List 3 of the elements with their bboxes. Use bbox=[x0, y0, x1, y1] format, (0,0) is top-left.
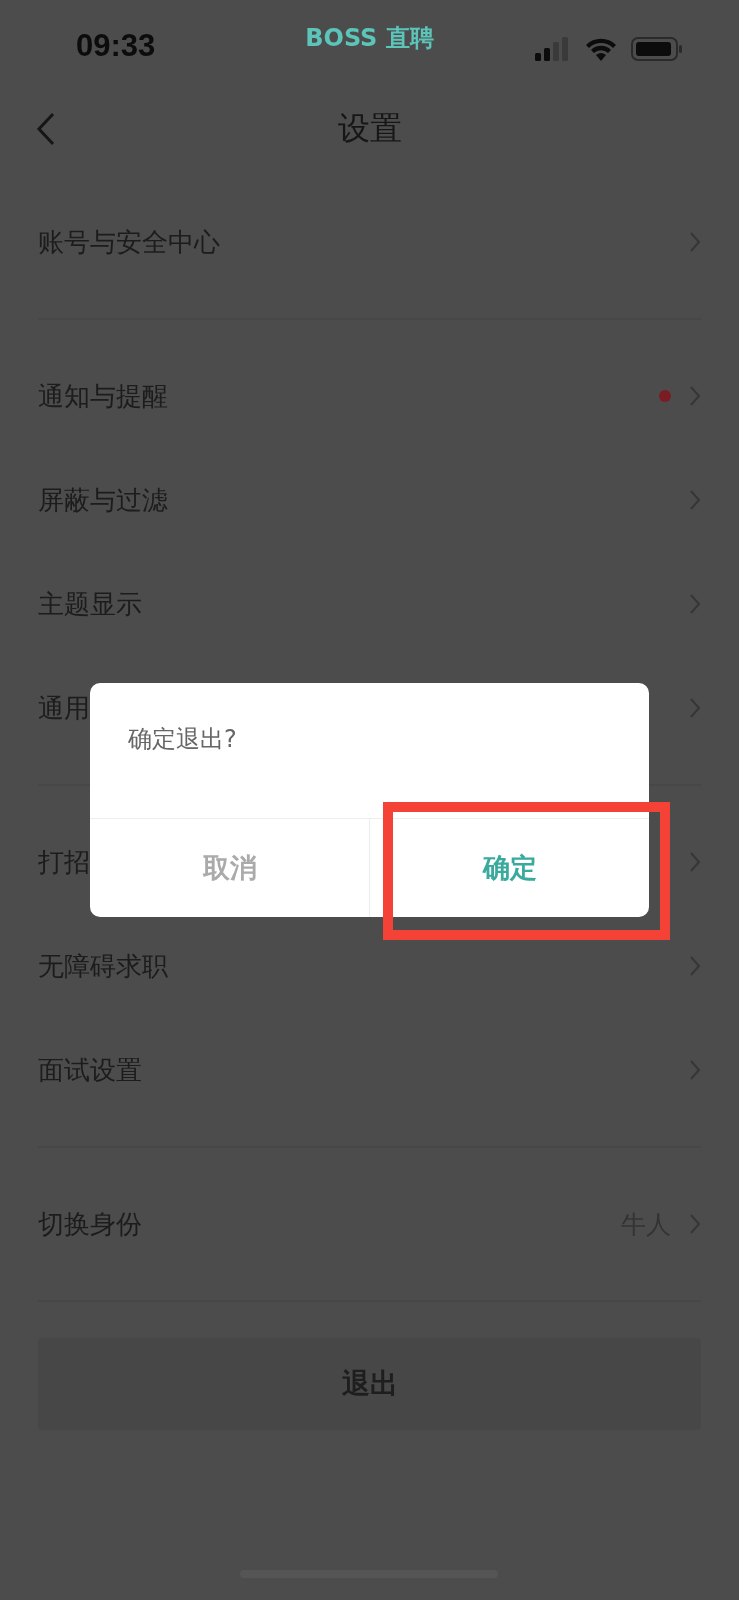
dialog-message: 确定退出? bbox=[90, 683, 649, 819]
status-time: 09:33 bbox=[76, 28, 156, 64]
app-label: BOSS 直聘 bbox=[305, 23, 434, 54]
